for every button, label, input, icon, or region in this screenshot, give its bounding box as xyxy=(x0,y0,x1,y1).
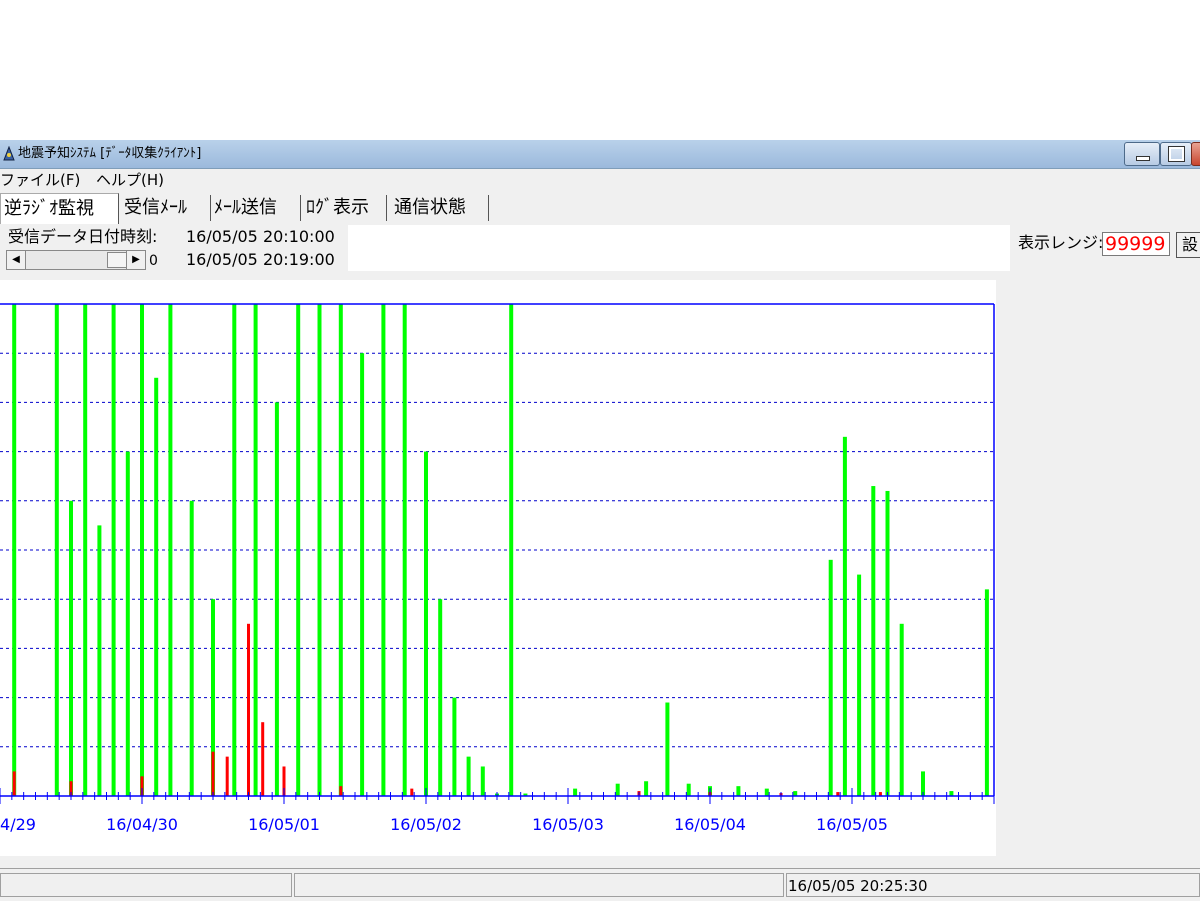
status-pane-1 xyxy=(0,873,292,897)
title-bar[interactable]: 地震予知ｼｽﾃﾑ [ﾃﾞｰﾀ収集ｸﾗｲｱﾝﾄ] xyxy=(0,140,1200,169)
x-tick-label: 16/04/30 xyxy=(106,815,178,834)
tab-reverse-radio[interactable]: 逆ﾗｼﾞｵ監視 xyxy=(0,193,119,224)
waveform-chart: 16/04/29 16/04/30 16/05/01 16/05/02 16/05/03… xyxy=(0,303,995,834)
x-tick-label: 16/05/04 xyxy=(674,815,746,834)
data-bar xyxy=(296,304,301,796)
data-bar xyxy=(424,451,428,796)
data-bar xyxy=(360,353,365,796)
data-bar xyxy=(232,304,237,796)
x-tick-label: 16/05/02 xyxy=(390,815,462,834)
scroll-right-arrow-icon[interactable]: ▶ xyxy=(126,251,145,269)
data-bar xyxy=(665,702,670,796)
scroll-thumb[interactable] xyxy=(107,252,127,268)
data-bar xyxy=(261,722,265,796)
maximize-icon xyxy=(1168,146,1185,162)
data-bar xyxy=(338,304,343,796)
data-bar xyxy=(12,771,16,796)
data-bar xyxy=(452,697,457,796)
data-bar xyxy=(828,559,833,796)
window-title: 地震予知ｼｽﾃﾑ [ﾃﾞｰﾀ収集ｸﾗｲｱﾝﾄ] xyxy=(18,146,202,161)
data-bar xyxy=(274,402,279,796)
menu-file[interactable]: ファイル(F) xyxy=(0,171,80,189)
range-set-button[interactable]: 設 xyxy=(1176,232,1200,258)
tab-log[interactable]: ﾛｸﾞ表示 xyxy=(304,195,387,221)
data-bar xyxy=(125,451,130,796)
data-bar xyxy=(466,756,471,796)
minimize-button[interactable] xyxy=(1124,142,1160,166)
data-bar xyxy=(871,486,876,796)
data-bar xyxy=(247,623,250,796)
data-bar xyxy=(168,304,173,796)
data-bar xyxy=(509,304,514,796)
received-time-start: 16/05/05 20:10:00 xyxy=(186,227,335,246)
menu-help[interactable]: ヘルプ(H) xyxy=(96,171,164,189)
display-range-input[interactable] xyxy=(1102,232,1170,256)
data-bar xyxy=(842,436,847,796)
data-bar xyxy=(317,304,322,796)
data-bar xyxy=(225,756,229,796)
tab-send-mail[interactable]: ﾒｰﾙ送信 xyxy=(212,195,301,221)
data-bar xyxy=(736,786,741,796)
info-panel: 受信データ日付時刻: 16/05/05 20:10:00 16/05/05 20… xyxy=(0,225,1010,271)
time-scrollbar[interactable]: ◀ ▶ xyxy=(6,250,146,270)
data-bar xyxy=(339,786,343,796)
status-pane-2 xyxy=(294,873,784,897)
received-datetime-label: 受信データ日付時刻: xyxy=(8,227,158,246)
data-bar xyxy=(644,781,649,796)
minimize-icon xyxy=(1136,156,1150,161)
data-bar xyxy=(12,304,17,796)
data-bar xyxy=(381,304,386,796)
close-button[interactable] xyxy=(1191,142,1200,166)
data-bar xyxy=(984,589,989,796)
tab-comm-status[interactable]: 通信状態 xyxy=(390,195,489,221)
app-icon xyxy=(3,146,15,161)
data-bar xyxy=(480,766,485,796)
app-window: 地震予知ｼｽﾃﾑ [ﾃﾞｰﾀ収集ｸﾗｲｱﾝﾄ] ファイル(F) ヘルプ(H) 逆… xyxy=(0,140,1200,901)
status-bar: 16/05/05 20:25:30 xyxy=(0,868,1200,901)
data-bar xyxy=(83,304,88,796)
status-datetime: 16/05/05 20:25:30 xyxy=(788,877,928,895)
data-bar xyxy=(686,783,691,796)
data-bar xyxy=(857,574,862,796)
chart-area: 16/04/29 16/04/30 16/05/01 16/05/02 16/05/03… xyxy=(0,280,996,856)
message-area xyxy=(348,225,1010,271)
data-bar xyxy=(615,783,620,796)
data-bar xyxy=(154,377,159,796)
tab-received-mail[interactable]: 受信ﾒｰﾙ xyxy=(120,195,211,221)
menu-bar: ファイル(F) ヘルプ(H) xyxy=(0,169,1200,191)
data-bar xyxy=(899,623,904,796)
scroll-value: 0 xyxy=(149,253,158,269)
data-bar xyxy=(764,788,769,796)
x-tick-label: 16/05/01 xyxy=(248,815,320,834)
scroll-left-arrow-icon[interactable]: ◀ xyxy=(7,251,26,269)
maximize-button[interactable] xyxy=(1160,142,1192,166)
data-bar xyxy=(97,525,102,796)
display-range-label: 表示レンジ: xyxy=(1018,233,1104,252)
data-bar xyxy=(140,304,144,796)
data-bar xyxy=(438,599,443,796)
data-bar xyxy=(573,788,578,796)
data-bar xyxy=(111,304,116,796)
data-bar xyxy=(410,788,414,796)
received-time-end: 16/05/05 20:19:00 xyxy=(186,250,335,269)
x-tick-label: 16/05/05 xyxy=(816,815,888,834)
data-bar xyxy=(69,500,73,796)
data-bar xyxy=(885,490,890,796)
x-tick-label: 16/04/29 xyxy=(0,815,36,834)
data-bar xyxy=(189,500,194,796)
x-tick-label: 16/05/03 xyxy=(532,815,604,834)
data-bar xyxy=(211,751,215,796)
data-bar xyxy=(54,304,59,796)
data-bar xyxy=(402,304,407,796)
data-bar xyxy=(253,304,258,796)
